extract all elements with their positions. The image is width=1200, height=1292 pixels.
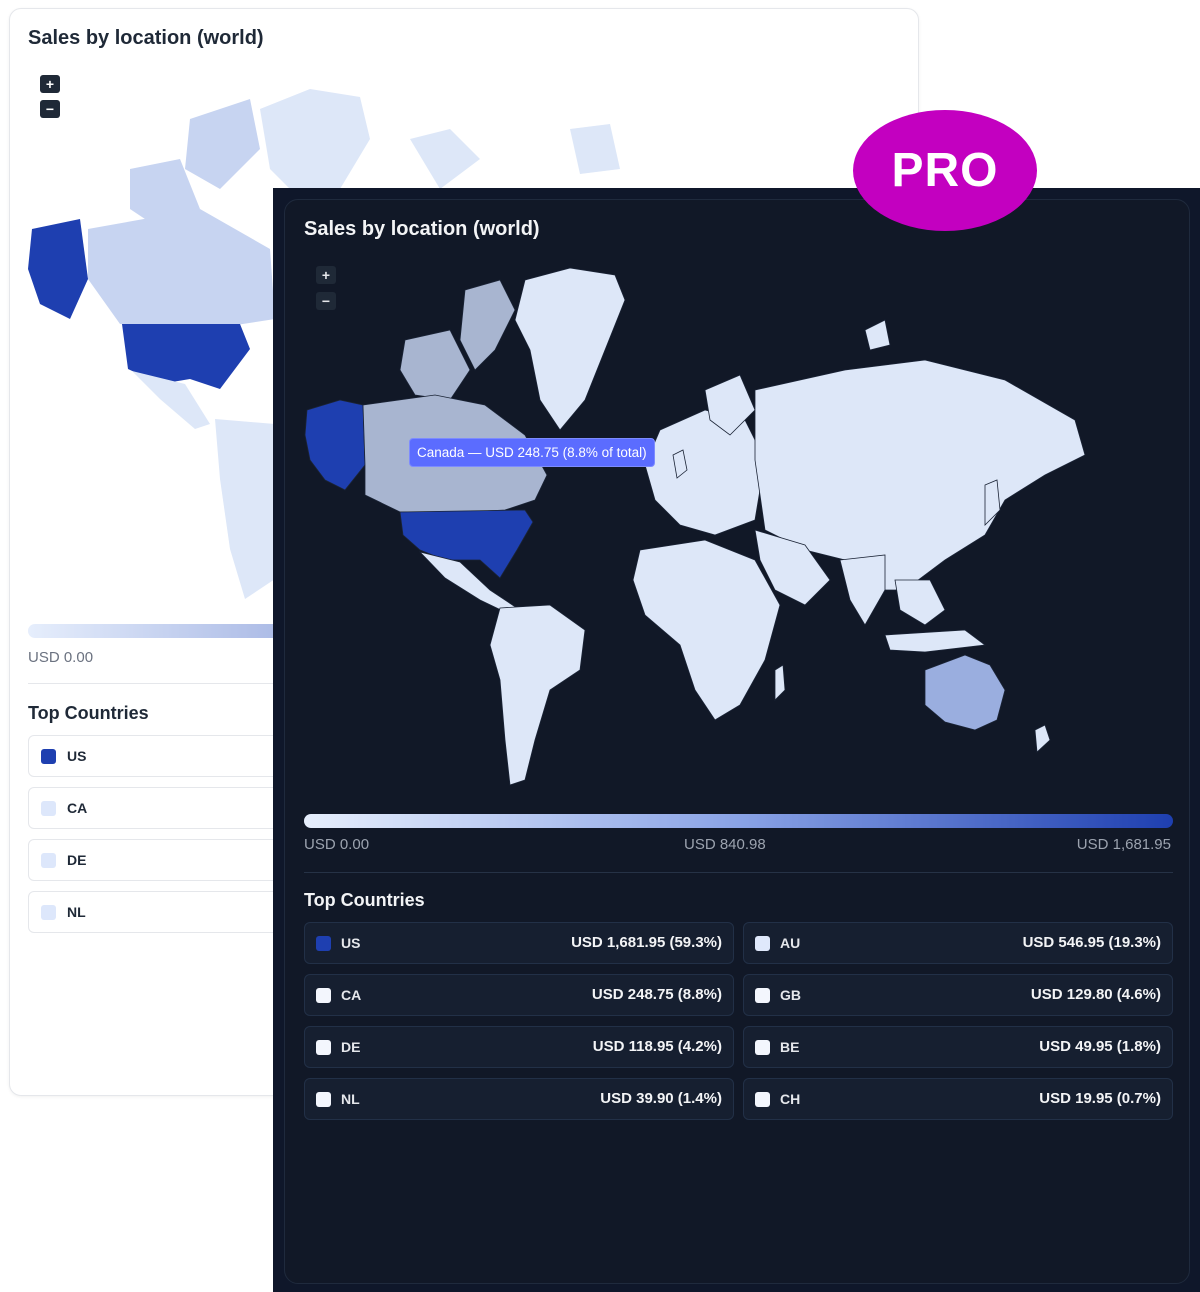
light-country-code: CA xyxy=(67,800,88,816)
dark-card-title: Sales by location (world) xyxy=(304,218,540,240)
country-code: AU xyxy=(780,935,801,951)
light-country-code: DE xyxy=(67,852,87,868)
country-code: BE xyxy=(780,1039,800,1055)
light-map-south-america xyxy=(215,419,275,599)
country-swatch xyxy=(316,1092,331,1107)
light-card-title: Sales by location (world) xyxy=(28,27,264,49)
map-india xyxy=(839,554,886,626)
country-code: GB xyxy=(780,987,801,1003)
country-swatch xyxy=(755,1092,770,1107)
pro-badge: PRO xyxy=(853,110,1037,231)
country-value: USD 248.75 (8.8%) xyxy=(591,986,722,1003)
dark-sales-card: Sales by location (world) + − Canada — U… xyxy=(284,199,1190,1284)
map-madagascar xyxy=(774,664,786,701)
world-map[interactable] xyxy=(285,260,1190,820)
light-country-code: US xyxy=(67,748,87,764)
map-new-zealand xyxy=(1034,724,1051,753)
country-row[interactable]: NL USD 39.90 (1.4%) xyxy=(304,1078,734,1120)
map-indonesia xyxy=(884,629,987,653)
light-map-arctic-islands xyxy=(185,99,260,189)
country-value: USD 118.95 (4.2%) xyxy=(592,1038,722,1055)
light-legend-min: USD 0.00 xyxy=(28,649,94,666)
country-value: USD 39.90 (1.4%) xyxy=(600,1090,722,1107)
map-south-america xyxy=(489,604,586,786)
map-australia xyxy=(924,654,1006,731)
map-arctic-islands xyxy=(459,279,516,371)
country-code: CH xyxy=(780,1091,801,1107)
light-map-europe xyxy=(410,129,480,189)
map-africa xyxy=(632,539,781,721)
country-swatch xyxy=(755,988,770,1003)
country-row[interactable]: CA USD 248.75 (8.8%) xyxy=(304,974,734,1016)
map-arctic-islands-2 xyxy=(399,329,471,401)
country-row[interactable]: GB USD 129.80 (4.6%) xyxy=(743,974,1173,1016)
legend-min-label: USD 0.00 xyxy=(304,836,370,853)
country-row[interactable]: US USD 1,681.95 (59.3%) xyxy=(304,922,734,964)
map-greenland xyxy=(514,267,626,431)
country-value: USD 49.95 (1.8%) xyxy=(1039,1038,1161,1055)
country-swatch xyxy=(755,1040,770,1055)
country-row[interactable]: DE USD 118.95 (4.2%) xyxy=(304,1026,734,1068)
country-code: CA xyxy=(341,987,362,1003)
country-value: USD 129.80 (4.6%) xyxy=(1030,986,1161,1003)
light-map-alaska xyxy=(28,219,88,319)
legend-max-label: USD 1,681.95 xyxy=(1076,836,1171,853)
country-swatch xyxy=(316,988,331,1003)
light-map-islands xyxy=(570,124,620,174)
light-map-greenland xyxy=(260,89,370,199)
country-code: NL xyxy=(341,1091,360,1107)
light-country-swatch xyxy=(41,853,56,868)
dark-panel: Sales by location (world) + − Canada — U… xyxy=(273,188,1200,1292)
country-swatch xyxy=(316,1040,331,1055)
legend-bar xyxy=(304,814,1173,828)
map-tooltip: Canada — USD 248.75 (8.8% of total) xyxy=(409,438,655,467)
legend-mid-label: USD 840.98 xyxy=(684,836,766,853)
divider xyxy=(304,872,1173,873)
map-alaska xyxy=(304,399,366,491)
light-country-swatch xyxy=(41,905,56,920)
country-row[interactable]: CH USD 19.95 (0.7%) xyxy=(743,1078,1173,1120)
country-value: USD 1,681.95 (59.3%) xyxy=(571,934,722,951)
top-countries-title: Top Countries xyxy=(304,890,425,910)
country-swatch xyxy=(316,936,331,951)
map-southeast-asia xyxy=(894,579,946,626)
country-row[interactable]: AU USD 546.95 (19.3%) xyxy=(743,922,1173,964)
light-map-canada xyxy=(88,209,275,329)
map-europe xyxy=(644,409,766,536)
light-country-swatch xyxy=(41,801,56,816)
country-swatch xyxy=(755,936,770,951)
light-country-code: NL xyxy=(67,904,86,920)
country-code: DE xyxy=(341,1039,361,1055)
light-country-swatch xyxy=(41,749,56,764)
light-top-countries-title: Top Countries xyxy=(28,703,149,723)
map-arctic-russia xyxy=(864,319,891,351)
country-value: USD 19.95 (0.7%) xyxy=(1039,1090,1161,1107)
country-row[interactable]: BE USD 49.95 (1.8%) xyxy=(743,1026,1173,1068)
country-code: US xyxy=(341,935,361,951)
country-value: USD 546.95 (19.3%) xyxy=(1022,934,1161,951)
